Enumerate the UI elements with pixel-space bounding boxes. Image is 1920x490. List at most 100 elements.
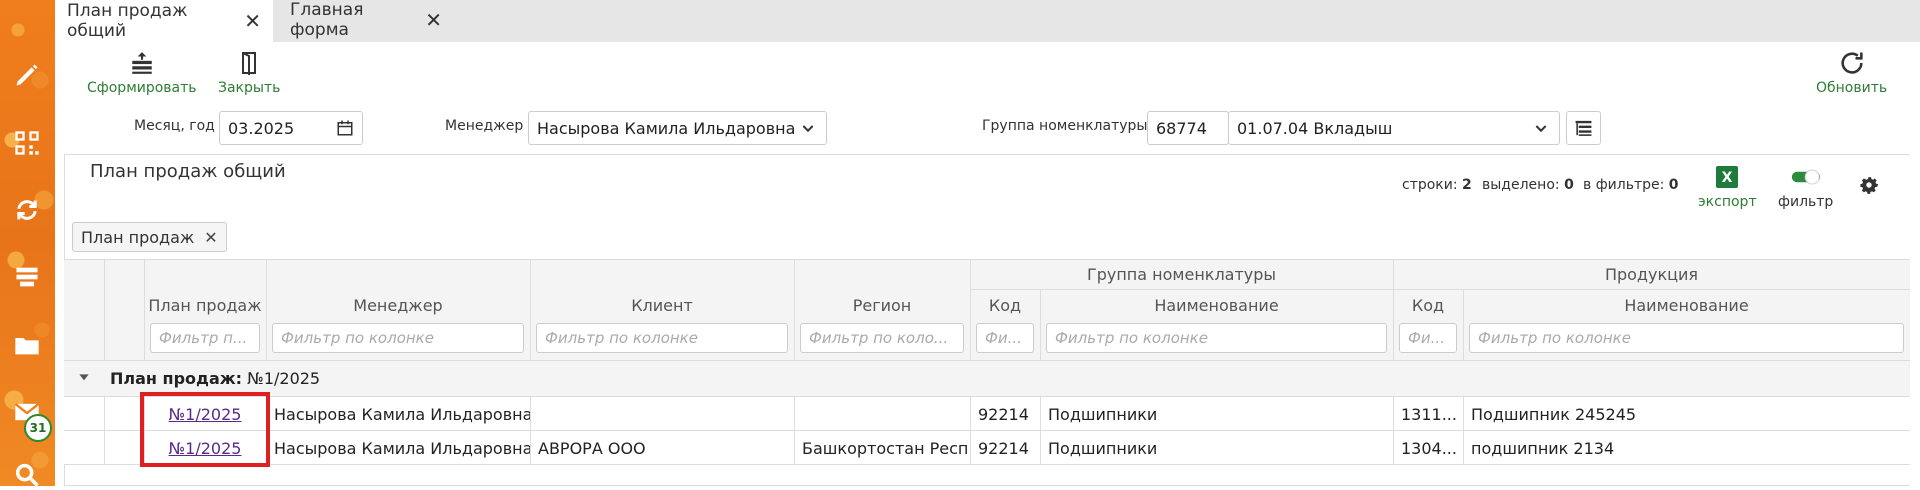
generate-button[interactable]: Сформировать	[87, 48, 197, 96]
col-header-client[interactable]: Клиент	[530, 296, 794, 315]
manager-select[interactable]: Насырова Камила Ильдаровна	[528, 111, 827, 145]
calendar-icon[interactable]	[336, 119, 354, 141]
col-header-manager[interactable]: Менеджер	[266, 296, 530, 315]
group-code: 68774	[1156, 118, 1207, 138]
filter-plan-input[interactable]: Фильтр п...	[150, 323, 260, 353]
tab-label: План продаж общий	[67, 1, 188, 41]
cell-region	[794, 397, 970, 431]
svg-text:X: X	[1722, 170, 1733, 186]
generate-label: Сформировать	[87, 80, 197, 96]
list-icon[interactable]	[12, 262, 42, 292]
close-label: Закрыть	[218, 80, 281, 96]
cell-product-name: подшипник 2134	[1471, 438, 1615, 458]
refresh-label: Обновить	[1816, 80, 1888, 96]
cell-region: Башкортостан Респ	[802, 438, 969, 458]
cell-group-name: Подшипники	[1048, 438, 1158, 458]
excel-icon: X	[1712, 162, 1742, 192]
filter-toggle[interactable]: фильтр	[1778, 162, 1833, 210]
group-chip[interactable]: План продаж ✕	[72, 222, 227, 252]
sidebar: 31	[0, 0, 55, 487]
selected-label: выделено:	[1482, 177, 1560, 193]
close-icon[interactable]: ✕	[425, 8, 442, 32]
highlight-box	[140, 392, 270, 467]
tab-bar: План продаж общий ✕ Главная форма ✕	[55, 0, 1920, 42]
infilter-value: 0	[1668, 177, 1679, 193]
chip-label: План продаж	[81, 227, 195, 247]
group-row[interactable]: План продаж: №1/2025	[64, 361, 1910, 397]
col-header-plan[interactable]: План продаж	[144, 296, 266, 315]
group-name-select[interactable]: 01.07.04 Вкладыш	[1228, 111, 1560, 145]
filter-region-input[interactable]: Фильтр по коло...	[800, 323, 964, 353]
refresh-icon	[1837, 48, 1867, 78]
chevron-down-icon	[1535, 125, 1547, 133]
cell-client	[530, 397, 794, 431]
col-header-product-code[interactable]: Код	[1393, 296, 1463, 315]
table-row[interactable]: №1/2025 Насырова Камила Ильдаровна 92214…	[64, 397, 1910, 431]
remove-chip-icon[interactable]: ✕	[204, 228, 217, 247]
cell-product-name: Подшипник 245245	[1471, 404, 1637, 424]
infilter-counter: в фильтре: 0	[1583, 177, 1679, 193]
filter-product-name-input[interactable]: Фильтр по колонке	[1469, 323, 1904, 353]
group-row-label: План продаж:	[110, 369, 243, 388]
cell-product-code: 1304...	[1401, 438, 1457, 458]
close-icon[interactable]: ✕	[244, 9, 261, 33]
col-header-product-name[interactable]: Наименование	[1463, 296, 1910, 315]
panel-title: План продаж общий	[90, 161, 286, 182]
infilter-label: в фильтре:	[1583, 177, 1665, 193]
toggle-switch[interactable]	[1791, 162, 1821, 192]
month-value: 03.2025	[228, 118, 295, 138]
pencil-icon[interactable]	[12, 60, 42, 90]
filter-client-input[interactable]: Фильтр по колонке	[536, 323, 788, 353]
group-row-value: №1/2025	[247, 369, 321, 388]
tab-main-form[interactable]: Главная форма ✕	[278, 0, 454, 40]
cell-manager: Насырова Камила Ильдаровна	[274, 438, 530, 458]
cell-group-name: Подшипники	[1048, 404, 1158, 424]
rows-counter: строки: 2	[1402, 177, 1472, 193]
manager-value: Насырова Камила Ильдаровна	[537, 118, 796, 138]
door-icon	[234, 48, 264, 78]
tree-icon	[1575, 120, 1592, 136]
selected-value: 0	[1564, 177, 1574, 193]
col-header-group-code[interactable]: Код	[970, 296, 1040, 315]
collapse-triangle-icon[interactable]	[76, 369, 92, 389]
selected-counter: выделено: 0	[1482, 177, 1574, 193]
month-field[interactable]: 03.2025	[219, 111, 363, 145]
cell-product-code: 1311...	[1401, 404, 1457, 424]
tab-label: Главная форма	[290, 0, 364, 40]
cell-client: АВРОРА ООО	[538, 438, 646, 458]
generate-icon	[127, 48, 157, 78]
table-row[interactable]: №1/2025 Насырова Камила Ильдаровна АВРОР…	[64, 431, 1910, 465]
tab-sales-plan[interactable]: План продаж общий ✕	[55, 0, 273, 42]
cell-manager: Насырова Камила Ильдаровна	[274, 404, 530, 424]
filter-group-code-input[interactable]: Фи...	[976, 323, 1034, 353]
export-label: экспорт	[1698, 194, 1757, 210]
group-header-nomenclature: Группа номенклатуры	[1086, 265, 1277, 284]
manager-label: Менеджер	[445, 118, 524, 134]
filter-group-name-input[interactable]: Фильтр по колонке	[1046, 323, 1387, 353]
cell-group-code: 92214	[978, 438, 1029, 458]
filter-product-code-input[interactable]: Фи...	[1399, 323, 1457, 353]
chevron-down-icon	[802, 125, 814, 133]
export-button[interactable]: X экспорт	[1698, 162, 1757, 210]
settings-gear-icon[interactable]	[1856, 172, 1882, 202]
month-label: Месяц, год	[134, 118, 215, 134]
folder-icon[interactable]	[12, 330, 42, 360]
col-header-group-name[interactable]: Наименование	[1040, 296, 1393, 315]
rows-label: строки:	[1402, 177, 1458, 193]
cell-group-code: 92214	[978, 404, 1029, 424]
group-row-text: План продаж: №1/2025	[110, 369, 320, 388]
group-name: 01.07.04 Вкладыш	[1237, 118, 1393, 138]
refresh-button[interactable]: Обновить	[1816, 48, 1887, 96]
group-code-field[interactable]: 68774	[1147, 111, 1229, 145]
close-button[interactable]: Закрыть	[218, 48, 280, 96]
filter-label: фильтр	[1778, 194, 1834, 210]
qr-code-icon[interactable]	[12, 128, 42, 158]
group-header-product: Продукция	[1604, 265, 1699, 284]
mail-count-badge: 31	[24, 414, 52, 442]
filter-manager-input[interactable]: Фильтр по колонке	[272, 323, 524, 353]
col-header-region[interactable]: Регион	[794, 296, 970, 315]
group-label: Группа номенклатуры	[982, 118, 1148, 134]
rows-value: 2	[1462, 177, 1472, 193]
sync-icon[interactable]	[12, 195, 42, 225]
tree-picker-button[interactable]	[1566, 111, 1601, 145]
